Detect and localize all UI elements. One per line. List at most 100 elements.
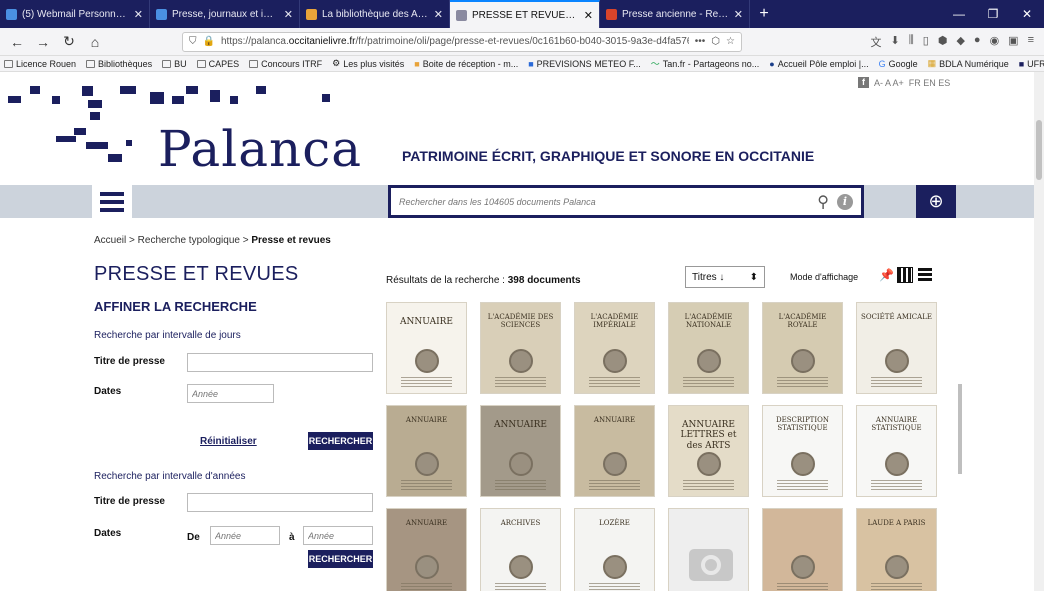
- document-thumbnail[interactable]: ARCHIVES: [480, 508, 561, 591]
- reload-icon[interactable]: ↻: [60, 33, 78, 50]
- document-thumbnail[interactable]: ANNUAIRE: [386, 508, 467, 591]
- back-icon[interactable]: ←: [8, 34, 26, 50]
- account-icon[interactable]: ●: [974, 34, 981, 50]
- new-tab-button[interactable]: +: [750, 0, 778, 28]
- document-thumbnail[interactable]: ANNUAIRE: [386, 405, 467, 497]
- thumbnail-title: ANNUAIRE: [405, 416, 448, 424]
- document-thumbnail[interactable]: ANNUAIRE LETTRES et des ARTS: [668, 405, 749, 497]
- document-thumbnail[interactable]: L'ACADÉMIE IMPÉRIALE: [574, 302, 655, 394]
- font-size-controls[interactable]: A- A A+: [874, 78, 904, 88]
- menu-icon[interactable]: ≡: [1028, 34, 1034, 50]
- sort-select[interactable]: Titres ↓ ⬍: [685, 266, 765, 288]
- document-thumbnail[interactable]: SOCIÉTÉ AMICALE: [856, 302, 937, 394]
- sidebar-icon[interactable]: ▯: [923, 34, 929, 50]
- thumbnail-text-lines: [683, 377, 734, 389]
- thumbnail-text-lines: [871, 480, 922, 492]
- url-bar[interactable]: ⛉ 🔒 https://palanca.occitanielivre.fr/fr…: [182, 31, 742, 52]
- search-plus-icon: ⊕: [928, 191, 944, 211]
- document-thumbnail[interactable]: LOZÈRE: [574, 508, 655, 591]
- lock-icon[interactable]: 🔒: [203, 36, 215, 47]
- browser-tab-presse-et-revues[interactable]: PRESSE ET REVUES - Palanca✕: [450, 0, 600, 28]
- bookmark-item[interactable]: CAPES: [196, 59, 239, 69]
- days-date-input[interactable]: [187, 384, 274, 403]
- grid-view-icon[interactable]: [897, 267, 913, 283]
- years-press-title-input[interactable]: [187, 493, 373, 512]
- home-icon[interactable]: ⌂: [86, 34, 104, 50]
- download-icon[interactable]: ⬇: [890, 34, 899, 50]
- restore-icon[interactable]: ❐: [976, 0, 1010, 28]
- close-icon[interactable]: ✕: [434, 8, 443, 21]
- minimize-icon[interactable]: —: [942, 0, 976, 28]
- forward-icon[interactable]: →: [34, 34, 52, 50]
- refine-heading: AFFINER LA RECHERCHE: [94, 299, 257, 314]
- info-icon[interactable]: i: [837, 193, 853, 210]
- thumbnail-text-lines: [683, 480, 734, 492]
- bookmark-item[interactable]: G Google: [879, 59, 918, 69]
- document-thumbnail[interactable]: L'ACADÉMIE ROYALE: [762, 302, 843, 394]
- advanced-search-button[interactable]: ⊕: [916, 185, 956, 218]
- hamburger-menu-button[interactable]: [92, 185, 132, 218]
- bookmark-item[interactable]: Concours ITRF: [249, 59, 322, 69]
- extension-icon[interactable]: ▣: [1008, 34, 1018, 50]
- document-thumbnail[interactable]: ANNUAIRE: [574, 405, 655, 497]
- translate-icon[interactable]: 文: [870, 34, 881, 50]
- camera-placeholder-icon: [689, 549, 733, 581]
- language-links[interactable]: FR EN ES: [909, 78, 951, 88]
- bookmark-item[interactable]: ▦ BDLA Numérique: [928, 58, 1009, 69]
- year-from-input[interactable]: [210, 526, 280, 545]
- url-text[interactable]: https://palanca.occitanielivre.fr/fr/pat…: [221, 36, 689, 47]
- browser-tab-presse-ancienne[interactable]: Presse ancienne - Ressources✕: [600, 0, 750, 28]
- breadcrumb-home[interactable]: Accueil: [94, 235, 126, 246]
- years-interval-heading: Recherche par intervalle d'années: [94, 471, 246, 482]
- bookmark-item[interactable]: Bibliothèques: [86, 59, 152, 69]
- site-search-input[interactable]: [399, 196, 812, 207]
- results-scrollbar[interactable]: [958, 384, 962, 474]
- extension-icon[interactable]: ◉: [990, 34, 1000, 50]
- browser-tab-bibliotheque-archives[interactable]: La bibliothèque des Archives d✕: [300, 0, 450, 28]
- document-thumbnail[interactable]: ANNUAIRE: [386, 302, 467, 394]
- library-icon[interactable]: ⫼: [909, 34, 914, 50]
- document-thumbnail[interactable]: L'ACADÉMIE DES SCIENCES: [480, 302, 561, 394]
- document-thumbnail[interactable]: ANNUAIRE STATISTIQUE: [856, 405, 937, 497]
- bookmark-item[interactable]: 〜 Tan.fr - Partageons no...: [651, 57, 760, 70]
- close-icon[interactable]: ✕: [284, 8, 293, 21]
- bookmark-item[interactable]: BU: [162, 59, 187, 69]
- document-thumbnail[interactable]: [762, 508, 843, 591]
- bookmark-item[interactable]: Licence Rouen: [4, 59, 76, 69]
- document-thumbnail[interactable]: [668, 508, 749, 591]
- close-icon[interactable]: ✕: [134, 8, 143, 21]
- document-thumbnail[interactable]: L'ACADÉMIE NATIONALE: [668, 302, 749, 394]
- bookmark-item[interactable]: ■ PREVISIONS METEO F...: [528, 59, 640, 69]
- pocket-icon[interactable]: ⬡: [711, 36, 720, 47]
- days-press-title-input[interactable]: [187, 353, 373, 372]
- extension-icon[interactable]: ◆: [956, 34, 964, 50]
- year-to-input[interactable]: [303, 526, 373, 545]
- list-view-icon[interactable]: [918, 268, 932, 282]
- document-thumbnail[interactable]: LAUDE A PARIS: [856, 508, 937, 591]
- close-window-icon[interactable]: ✕: [1010, 0, 1044, 28]
- years-search-button[interactable]: RECHERCHER: [308, 550, 373, 568]
- page-scrollbar-thumb[interactable]: [1036, 120, 1042, 180]
- browser-tab-presse-journaux[interactable]: Presse, journaux et imprimés✕: [150, 0, 300, 28]
- close-icon[interactable]: ✕: [734, 8, 743, 21]
- days-search-button[interactable]: RECHERCHER: [308, 432, 373, 450]
- bookmark-item[interactable]: ■ Boite de réception - m...: [414, 59, 518, 69]
- document-thumbnail[interactable]: DESCRIPTION STATISTIQUE: [762, 405, 843, 497]
- search-icon[interactable]: ⚲: [817, 192, 829, 212]
- breadcrumb-typology[interactable]: Recherche typologique: [138, 235, 240, 246]
- palanca-logo-text[interactable]: Palanca: [158, 120, 362, 178]
- bookmark-item[interactable]: ⚙ Les plus visités: [332, 58, 404, 69]
- page-actions-icon[interactable]: •••: [695, 36, 706, 47]
- document-thumbnail[interactable]: ANNUAIRE: [480, 405, 561, 497]
- facebook-icon[interactable]: f: [858, 77, 869, 88]
- logo-pixel: [256, 86, 266, 94]
- logo-pixel: [120, 86, 136, 94]
- close-icon[interactable]: ✕: [584, 9, 593, 22]
- bookmark-star-icon[interactable]: ☆: [726, 36, 735, 47]
- extension-icon[interactable]: ⬢: [938, 34, 948, 50]
- reset-link[interactable]: Réinitialiser: [200, 436, 257, 447]
- shield-icon[interactable]: ⛉: [189, 36, 197, 47]
- bookmark-item[interactable]: ● Accueil Pôle emploi |...: [769, 59, 868, 69]
- bookmark-item[interactable]: ■UFR Lettres et langage...: [1019, 59, 1044, 69]
- browser-tab-webmail[interactable]: (5) Webmail Personnels :: Boîte✕: [0, 0, 150, 28]
